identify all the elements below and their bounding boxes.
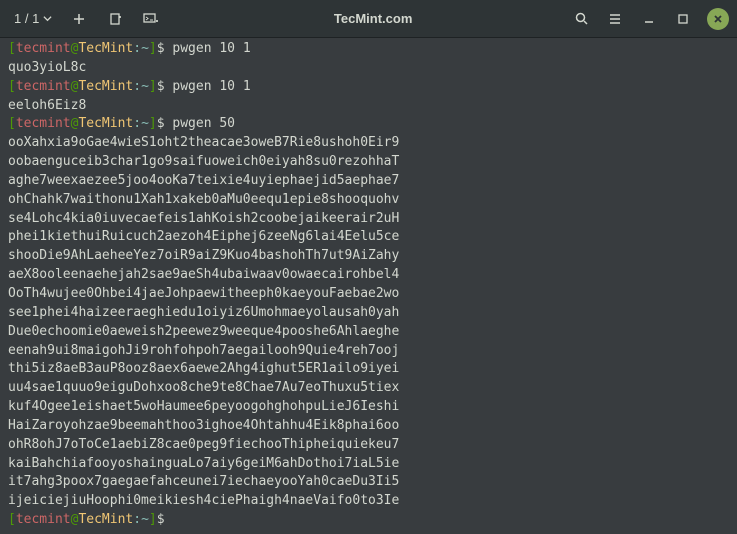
terminal-line: kaiBahchiafooyoshainguaLo7aiy6geiM6ahDot… bbox=[8, 455, 729, 474]
window-title: TecMint.com bbox=[175, 11, 571, 26]
command-text: pwgen 10 1 bbox=[172, 41, 250, 56]
terminal-line: kuf4Ogee1eishaet5woHaumee6peyoogohghohpu… bbox=[8, 398, 729, 417]
output-text: phei1kiethuiRuicuch2aezoh4Eiphej6zeeNg6l… bbox=[8, 229, 399, 244]
terminal-line: ooXahxia9oGae4wieS1oht2theacae3oweB7Rie8… bbox=[8, 134, 729, 153]
terminal-line: thi5iz8aeB3auP8ooz8aex6aewe2Ahg4ighut5ER… bbox=[8, 360, 729, 379]
output-text: aghe7weexaezee5joo4ooKa7teixie4uyiephaej… bbox=[8, 173, 399, 188]
close-button[interactable] bbox=[707, 8, 729, 30]
hamburger-menu-button[interactable] bbox=[605, 9, 625, 29]
new-window-button[interactable] bbox=[103, 7, 127, 31]
terminal-line: [tecmint@TecMint:~]$ pwgen 50 bbox=[8, 115, 729, 134]
terminal-settings-button[interactable] bbox=[139, 7, 163, 31]
prompt-host: TecMint bbox=[78, 512, 133, 527]
output-text: it7ahg3poox7gaegaefahceunei7iechaeyooYah… bbox=[8, 474, 399, 489]
maximize-button[interactable] bbox=[673, 9, 693, 29]
terminal-line: eenah9ui8maigohJi9rohfohpoh7aegailooh9Qu… bbox=[8, 342, 729, 361]
output-text: ohR8ohJ7oToCe1aebiZ8cae0peg9fiechooThiph… bbox=[8, 437, 399, 452]
output-text: se4Lohc4kia0iuvecaefeis1ahKoish2coobejai… bbox=[8, 211, 399, 226]
terminal-body[interactable]: [tecmint@TecMint:~]$ pwgen 10 1quo3yioL8… bbox=[0, 38, 737, 534]
terminal-line: OoTh4wujee0Ohbei4jaeJohpaewitheeph0kaeyo… bbox=[8, 285, 729, 304]
terminal-line: [tecmint@TecMint:~]$ pwgen 10 1 bbox=[8, 78, 729, 97]
terminal-line: uu4sae1quuo9eiguDohxoo8che9te8Chae7Au7eo… bbox=[8, 379, 729, 398]
output-text: quo3yioL8c bbox=[8, 60, 86, 75]
minimize-button[interactable] bbox=[639, 9, 659, 29]
terminal-line: ijeiciejiuHoophi0meikiesh4ciePhaigh4naeV… bbox=[8, 492, 729, 511]
prompt-user: tecmint bbox=[16, 79, 71, 94]
output-text: OoTh4wujee0Ohbei4jaeJohpaewitheeph0kaeyo… bbox=[8, 286, 399, 301]
output-text: kuf4Ogee1eishaet5woHaumee6peyoogohghohpu… bbox=[8, 399, 399, 414]
terminal-line: see1phei4haizeeraeghiedu1oiyiz6Umohmaeyo… bbox=[8, 304, 729, 323]
command-text: pwgen 50 bbox=[172, 116, 235, 131]
terminal-line: se4Lohc4kia0iuvecaefeis1ahKoish2coobejai… bbox=[8, 210, 729, 229]
terminal-line: aghe7weexaezee5joo4ooKa7teixie4uyiephaej… bbox=[8, 172, 729, 191]
output-text: Due0echoomie0aeweish2peewez9weeque4poosh… bbox=[8, 324, 399, 339]
prompt-host: TecMint bbox=[78, 79, 133, 94]
terminal-line: aeX8ooleenaehejah2sae9aeSh4ubaiwaav0owae… bbox=[8, 266, 729, 285]
tab-counter: 1 / 1 bbox=[14, 11, 39, 26]
command-text: pwgen 10 1 bbox=[172, 79, 250, 94]
terminal-line: oobaenguceib3char1go9saifuoweich0eiyah8s… bbox=[8, 153, 729, 172]
prompt-user: tecmint bbox=[16, 41, 71, 56]
output-text: aeX8ooleenaehejah2sae9aeSh4ubaiwaav0owae… bbox=[8, 267, 399, 282]
output-text: oobaenguceib3char1go9saifuoweich0eiyah8s… bbox=[8, 154, 399, 169]
output-text: ohChahk7waithonu1Xah1xakeb0aMu0eequ1epie… bbox=[8, 192, 399, 207]
prompt-host: TecMint bbox=[78, 116, 133, 131]
output-text: see1phei4haizeeraeghiedu1oiyiz6Umohmaeyo… bbox=[8, 305, 399, 320]
prompt-host: TecMint bbox=[78, 41, 133, 56]
terminal-line: ohChahk7waithonu1Xah1xakeb0aMu0eequ1epie… bbox=[8, 191, 729, 210]
output-text: HaiZaroyohzae9beemahthoo3ighoe4Ohtahhu4E… bbox=[8, 418, 399, 433]
terminal-line: phei1kiethuiRuicuch2aezoh4Eiphej6zeeNg6l… bbox=[8, 228, 729, 247]
output-text: shooDie9AhLaeheeYez7oiR9aiZ9Kuo4bashohTh… bbox=[8, 248, 399, 263]
output-text: uu4sae1quuo9eiguDohxoo8che9te8Chae7Au7eo… bbox=[8, 380, 399, 395]
terminal-line: [tecmint@TecMint:~]$ pwgen 10 1 bbox=[8, 40, 729, 59]
search-button[interactable] bbox=[571, 9, 591, 29]
terminal-line: HaiZaroyohzae9beemahthoo3ighoe4Ohtahhu4E… bbox=[8, 417, 729, 436]
output-text: eeloh6Eiz8 bbox=[8, 98, 86, 113]
terminal-line: [tecmint@TecMint:~]$ bbox=[8, 511, 729, 530]
new-tab-button[interactable] bbox=[67, 7, 91, 31]
terminal-line: shooDie9AhLaeheeYez7oiR9aiZ9Kuo4bashohTh… bbox=[8, 247, 729, 266]
output-text: thi5iz8aeB3auP8ooz8aex6aewe2Ahg4ighut5ER… bbox=[8, 361, 399, 376]
prompt-user: tecmint bbox=[16, 512, 71, 527]
output-text: kaiBahchiafooyoshainguaLo7aiy6geiM6ahDot… bbox=[8, 456, 399, 471]
terminal-line: ohR8ohJ7oToCe1aebiZ8cae0peg9fiechooThiph… bbox=[8, 436, 729, 455]
output-text: ijeiciejiuHoophi0meikiesh4ciePhaigh4naeV… bbox=[8, 493, 399, 508]
terminal-line: it7ahg3poox7gaegaefahceunei7iechaeyooYah… bbox=[8, 473, 729, 492]
right-controls bbox=[571, 8, 729, 30]
terminal-line: quo3yioL8c bbox=[8, 59, 729, 78]
terminal-line: eeloh6Eiz8 bbox=[8, 97, 729, 116]
terminal-line: Due0echoomie0aeweish2peewez9weeque4poosh… bbox=[8, 323, 729, 342]
titlebar: 1 / 1 TecMint.com bbox=[0, 0, 737, 38]
prompt-user: tecmint bbox=[16, 116, 71, 131]
output-text: ooXahxia9oGae4wieS1oht2theacae3oweB7Rie8… bbox=[8, 135, 399, 150]
output-text: eenah9ui8maigohJi9rohfohpoh7aegailooh9Qu… bbox=[8, 343, 399, 358]
chevron-down-icon[interactable] bbox=[43, 14, 53, 23]
